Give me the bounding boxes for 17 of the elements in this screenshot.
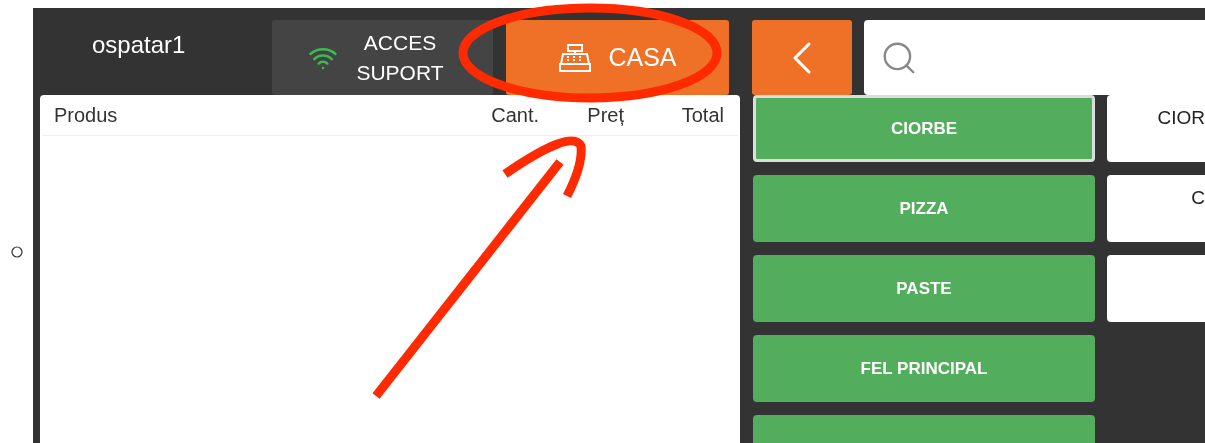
product-tile[interactable]: CIOR <box>1107 95 1205 162</box>
product-tile[interactable]: C <box>1107 175 1205 242</box>
product-tile[interactable] <box>1107 255 1205 322</box>
category-button[interactable]: PASTE <box>753 255 1095 322</box>
back-button[interactable] <box>752 20 852 95</box>
column-header: Total <box>680 103 724 127</box>
column-header: Produs <box>54 103 119 127</box>
bullet-icon <box>10 245 23 258</box>
category-button[interactable]: CIORBE <box>753 95 1095 162</box>
user-name: ospatar1 <box>91 30 187 59</box>
column-header: Preț <box>586 103 624 127</box>
search-field[interactable] <box>864 20 1205 95</box>
cash-register-icon <box>558 42 593 73</box>
category-button[interactable]: FEL PRINCIPAL <box>753 335 1095 402</box>
support-button[interactable]: ACCES SUPORT <box>272 20 493 95</box>
column-header: Cant. <box>490 103 539 127</box>
category-button[interactable]: PIZZA <box>753 175 1095 242</box>
